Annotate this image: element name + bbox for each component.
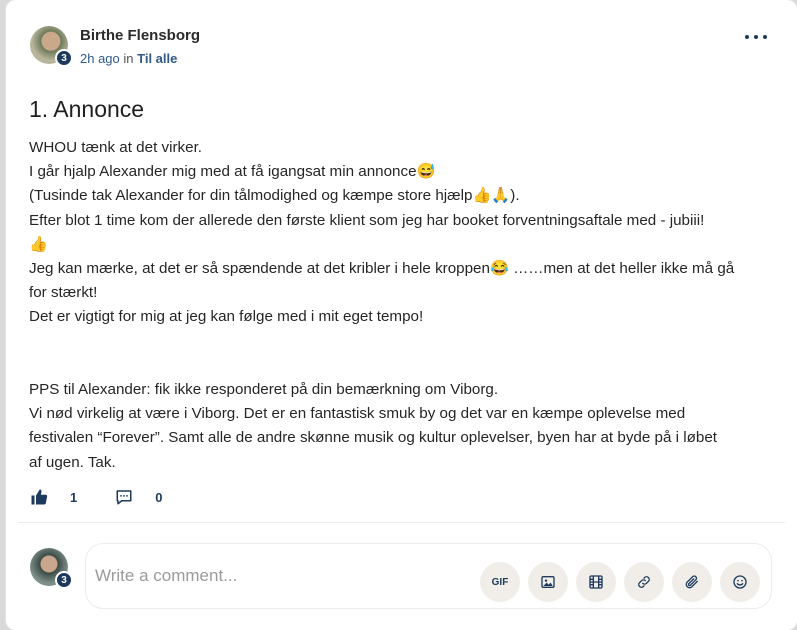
comment-input[interactable]: Write a comment... bbox=[95, 566, 237, 586]
post-body-line: Efter blot 1 time kom der allerede den f… bbox=[29, 211, 705, 229]
post-body-line: WHOU tænk at det virker. bbox=[29, 139, 203, 156]
post-card: 3 Birthe Flensborg 2h ago in Til alle 1.… bbox=[6, 0, 797, 630]
link-button[interactable] bbox=[624, 562, 664, 602]
speech-bubble-icon bbox=[116, 490, 132, 505]
post-body-line: for stærkt! bbox=[29, 284, 98, 302]
like-count: 1 bbox=[70, 489, 78, 505]
gif-button[interactable]: GIF bbox=[480, 562, 520, 602]
more-options-button[interactable] bbox=[745, 30, 767, 44]
in-label: in bbox=[123, 51, 134, 66]
post-body-line: I går hjalp Alexander mig med at få igan… bbox=[29, 163, 436, 181]
post-title: 1. Annonce bbox=[29, 96, 145, 122]
comment-button[interactable]: 0 bbox=[115, 488, 162, 506]
post-body-line bbox=[29, 354, 769, 378]
paperclip-icon bbox=[685, 575, 698, 589]
post-timestamp[interactable]: 2h ago bbox=[80, 51, 120, 66]
post-body: WHOU tænk at det virker. I går hjalp Alex… bbox=[29, 136, 769, 475]
post-header: 3 Birthe Flensborg 2h ago in Til alle bbox=[30, 26, 200, 67]
post-body-line: festivalen “Forever”. Samt alle de andre… bbox=[29, 429, 717, 447]
comment-count: 0 bbox=[155, 489, 163, 505]
post-subline: 2h ago in Til alle bbox=[80, 51, 200, 67]
post-body-line bbox=[29, 330, 769, 354]
author-name[interactable]: Birthe Flensborg bbox=[80, 27, 200, 45]
post-meta: Birthe Flensborg 2h ago in Til alle bbox=[80, 27, 200, 67]
author-avatar[interactable]: 3 bbox=[30, 26, 73, 67]
composer-avatar-wrap: 3 bbox=[30, 548, 73, 589]
film-icon bbox=[589, 575, 603, 589]
more-horizontal-icon bbox=[745, 35, 749, 39]
post-body-line: Det er vigtigt for mig at jeg kan følge … bbox=[29, 308, 424, 326]
attach-button[interactable] bbox=[672, 562, 712, 602]
author-level-badge: 3 bbox=[55, 49, 73, 67]
like-button[interactable]: 1 bbox=[30, 488, 77, 506]
divider bbox=[18, 522, 785, 523]
gif-label: GIF bbox=[491, 576, 509, 588]
post-body-line: Jeg kan mærke, at det er så spændende at… bbox=[29, 260, 735, 278]
my-level-badge: 3 bbox=[55, 571, 73, 589]
post-body-line: (Tusinde tak Alexander for din tålmodigh… bbox=[29, 187, 520, 205]
my-avatar[interactable]: 3 bbox=[30, 548, 73, 589]
post-actions: 1 0 bbox=[30, 488, 200, 506]
post-body-line: Vi nød virkelig at være i Viborg. Det er… bbox=[29, 405, 686, 423]
thumbs-up-icon bbox=[31, 489, 48, 505]
smiley-icon bbox=[733, 575, 747, 589]
image-icon bbox=[541, 576, 555, 588]
post-body-line: 👍 bbox=[29, 235, 48, 253]
image-button[interactable] bbox=[528, 562, 568, 602]
comment-box[interactable]: Write a comment... GIF bbox=[85, 543, 772, 609]
post-body-line: af ugen. Tak. bbox=[29, 453, 116, 471]
link-icon bbox=[638, 576, 650, 588]
post-body-line: PPS til Alexander: fik ikke responderet … bbox=[29, 381, 499, 398]
emoji-button[interactable] bbox=[720, 562, 760, 602]
video-button[interactable] bbox=[576, 562, 616, 602]
group-link[interactable]: Til alle bbox=[137, 51, 177, 66]
